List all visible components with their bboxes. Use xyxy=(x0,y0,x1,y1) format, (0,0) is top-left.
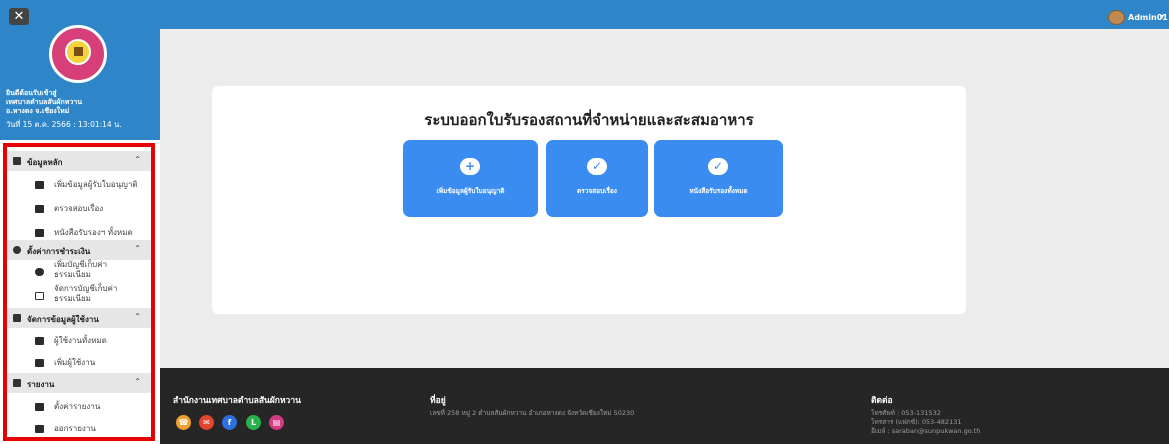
facebook-icon[interactable]: f xyxy=(222,415,237,430)
calendar-icon[interactable]: ▤ xyxy=(269,415,284,430)
plus-circle-icon: + xyxy=(460,158,480,175)
user-gear-icon xyxy=(35,337,44,345)
user-avatar[interactable] xyxy=(1108,10,1125,25)
section-master-data[interactable]: ข้อมูลหลัก ⌃ xyxy=(7,151,151,171)
database-icon xyxy=(13,157,21,165)
money-icon xyxy=(35,292,44,300)
municipality-logo xyxy=(49,25,107,83)
app-window: Admin01 ▾ ✕ ยินดีต้อนรับเข้าสู่ เทศบาลตำ… xyxy=(0,0,1169,444)
menu-add-user[interactable]: เพิ่มผู้ใช้งาน xyxy=(7,353,151,373)
page-title: ระบบออกใบรับรองสถานที่จำหน่ายและสะสมอาหา… xyxy=(424,111,754,129)
sidebar-menu: ข้อมูลหลัก ⌃ เพิ่มข้อมูลผู้รับใบอนุญาติ … xyxy=(3,143,155,441)
menu-all-users[interactable]: ผู้ใช้งานทั้งหมด xyxy=(7,331,151,351)
chevron-up-icon: ⌃ xyxy=(134,377,141,386)
check-square-icon xyxy=(35,205,44,213)
chart-icon xyxy=(13,379,21,387)
menu-report-settings[interactable]: ตั้งค่ารายงาน xyxy=(7,397,151,417)
line-icon[interactable]: L xyxy=(246,415,261,430)
footer-contact-title: ติดต่อ xyxy=(871,396,893,406)
menu-add-fee-account[interactable]: เพิ่มบัญชีเก็บค่า ธรรมเนียม xyxy=(7,259,151,283)
top-header: Admin01 ▾ xyxy=(160,0,1169,29)
users-icon xyxy=(13,314,21,322)
footer-address-title: ที่อยู่ xyxy=(430,396,446,406)
check-square-icon xyxy=(35,181,44,189)
footer-email[interactable]: อีเมล์ : saraban@sunpukwan.go.th xyxy=(871,427,980,436)
chevron-up-icon: ⌃ xyxy=(134,155,141,164)
footer-phone: โทรศัพท์ : 053-131532 xyxy=(871,409,941,417)
close-sidebar-button[interactable]: ✕ xyxy=(9,8,29,25)
welcome-text: ยินดีต้อนรับเข้าสู่ เทศบาลตำบลสันผักหวาน… xyxy=(6,89,156,129)
current-datetime: วันที่ 15 ต.ค. 2566 : 13:01:14 น. xyxy=(6,120,122,129)
menu-manage-fee-account[interactable]: จัดการบัญชีเก็บค่า ธรรมเนียม xyxy=(7,283,151,307)
chevron-up-icon: ⌃ xyxy=(134,244,141,253)
menu-check-request[interactable]: ตรวจสอบเรื่อง xyxy=(7,199,151,219)
chevron-up-icon: ⌃ xyxy=(134,312,141,321)
mail-icon[interactable]: ✉ xyxy=(199,415,214,430)
user-plus-icon xyxy=(35,359,44,367)
document-icon xyxy=(35,229,44,237)
section-user-management[interactable]: จัดการข้อมูลผู้ใช้งาน ⌃ xyxy=(7,308,151,328)
phone-icon[interactable]: ☎ xyxy=(176,415,191,430)
cloud-check-icon: ✓ xyxy=(708,158,728,175)
footer-fax: โทรสาร (แฟกซ์): 053-482131 xyxy=(871,418,962,426)
footer: สำนักงานเทศบาลตำบลสันผักหวาน ☎ ✉ f L ▤ ท… xyxy=(160,368,1169,444)
chevron-down-icon[interactable]: ▾ xyxy=(1160,12,1164,21)
footer-org-name: สำนักงานเทศบาลตำบลสันผักหวาน xyxy=(173,396,301,406)
menu-add-licensee[interactable]: เพิ่มข้อมูลผู้รับใบอนุญาติ xyxy=(7,175,151,195)
footer-address: เลขที่ 258 หมู่ 2 ตำบลสันผักหวาน อำเภอหา… xyxy=(430,409,635,417)
cloud-check-icon: ✓ xyxy=(587,158,607,175)
tile-all-certificates[interactable]: ✓ หนังสือรับรองทั้งหมด xyxy=(654,140,783,217)
cloud-icon xyxy=(35,268,44,276)
dashboard-card: ระบบออกใบรับรองสถานที่จำหน่ายและสะสมอาหา… xyxy=(212,86,966,314)
tile-check-request[interactable]: ✓ ตรวจสอบเรื่อง xyxy=(546,140,648,217)
menu-generate-report[interactable]: ออกรายงาน xyxy=(7,419,151,439)
sidebar: ✕ ยินดีต้อนรับเข้าสู่ เทศบาลตำบลสันผักหว… xyxy=(0,0,160,444)
gear-icon xyxy=(13,246,21,254)
section-reports[interactable]: รายงาน ⌃ xyxy=(7,373,151,393)
tile-add-licensee[interactable]: + เพิ่มข้อมูลผู้รับใบอนุญาติ xyxy=(403,140,538,217)
sidebar-header: ✕ ยินดีต้อนรับเข้าสู่ เทศบาลตำบลสันผักหว… xyxy=(0,0,160,140)
printer-icon xyxy=(35,425,44,433)
printer-icon xyxy=(35,403,44,411)
section-payment-settings[interactable]: ตั้งค่าการชำระเงิน ⌃ xyxy=(7,240,151,260)
